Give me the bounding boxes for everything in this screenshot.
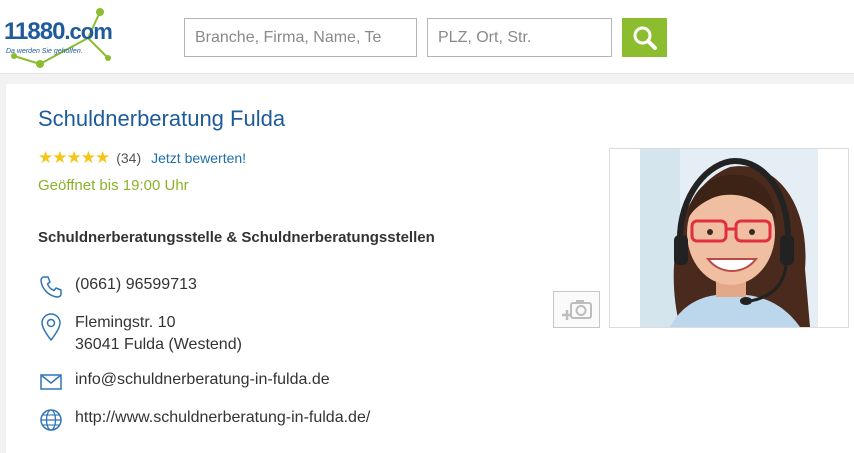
top-header: 11880.com Da werden Sie geholfen.: [0, 0, 854, 74]
email-link[interactable]: info@schuldnerberatung-in-fulda.de: [75, 369, 330, 391]
logo-tagline: Da werden Sie geholfen.: [6, 48, 83, 55]
email-row[interactable]: info@schuldnerberatung-in-fulda.de: [38, 369, 330, 395]
rating-count: (34): [116, 150, 142, 166]
logo[interactable]: 11880.com Da werden Sie geholfen.: [4, 4, 144, 70]
rate-now-link[interactable]: Jetzt bewerten!: [151, 150, 246, 166]
address-street: Flemingstr. 10: [75, 314, 176, 331]
logo-wordmark: 11880.com: [4, 18, 113, 45]
search-what-input[interactable]: [184, 18, 417, 57]
search-button[interactable]: [622, 18, 667, 57]
add-photo-button[interactable]: [553, 291, 600, 328]
rating-row: ★★★★★ (34) Jetzt bewerten!: [38, 148, 246, 168]
envelope-icon: [40, 374, 62, 390]
magnifier-icon: [633, 26, 657, 50]
website-link[interactable]: http://www.schuldnerberatung-in-fulda.de…: [75, 407, 370, 429]
listing-title: Schuldnerberatung Fulda: [38, 106, 286, 131]
opening-hours: Geöffnet bis 19:00 Uhr: [38, 177, 189, 194]
business-category: Schuldnerberatungsstelle & Schuldnerbera…: [38, 229, 435, 246]
website-row[interactable]: http://www.schuldnerberatung-in-fulda.de…: [38, 407, 370, 433]
phone-number[interactable]: (0661) 96599713: [75, 274, 197, 296]
phone-row[interactable]: (0661) 96599713: [38, 274, 197, 300]
business-photo[interactable]: [609, 148, 849, 328]
star-rating: ★★★★★: [38, 148, 110, 167]
address-city: 36041 Fulda (Westend): [75, 336, 242, 353]
search-where-input[interactable]: [427, 18, 612, 57]
map-pin-icon: [41, 313, 61, 342]
globe-icon: [40, 409, 62, 431]
headset-woman-illustration: [640, 149, 818, 327]
add-photo-icon: [561, 299, 592, 320]
photo-image: [640, 149, 818, 327]
listing-card: Schuldnerberatung Fulda ★★★★★ (34) Jetzt…: [6, 84, 854, 453]
address-row[interactable]: Flemingstr. 10 36041 Fulda (Westend): [38, 312, 242, 356]
phone-icon: [40, 276, 62, 298]
